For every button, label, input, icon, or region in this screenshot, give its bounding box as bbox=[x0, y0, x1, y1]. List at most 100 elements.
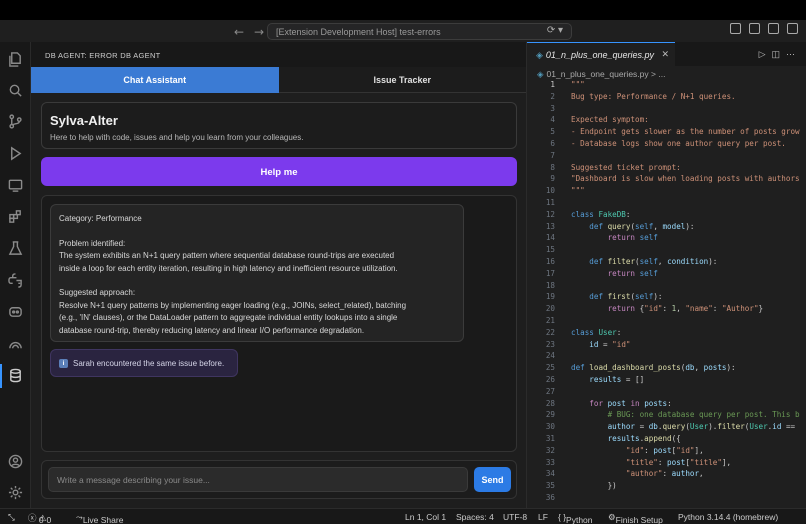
remote-icon[interactable] bbox=[8, 336, 23, 351]
line-number: 24 bbox=[545, 351, 555, 361]
line-number: 23 bbox=[545, 339, 555, 349]
split-editor-icon[interactable]: ◫ bbox=[771, 49, 786, 59]
activity-bar bbox=[0, 42, 31, 508]
message-input[interactable] bbox=[48, 467, 468, 492]
line-content: results = [] bbox=[589, 375, 645, 384]
explorer-icon[interactable] bbox=[8, 52, 23, 67]
title-bar: ← → [Extension Development Host] test-er… bbox=[0, 0, 806, 42]
more-actions-icon[interactable]: ⋯ bbox=[786, 49, 801, 59]
cursor-position[interactable]: Ln 1, Col 1 bbox=[405, 512, 446, 522]
info-icon: i bbox=[59, 359, 68, 368]
line-number: 5 bbox=[550, 127, 555, 137]
problem-heading: Problem identified: bbox=[59, 238, 126, 248]
approach-text-line: Resolve N+1 query patterns by implementi… bbox=[59, 300, 407, 310]
chat-messages[interactable]: Category: Performance Problem identified… bbox=[41, 195, 517, 452]
finish-setup-button[interactable]: ⚙ Finish Setup bbox=[608, 512, 663, 524]
breadcrumb[interactable]: ◈ 01_n_plus_one_queries.py > ... bbox=[537, 69, 665, 80]
line-number: 12 bbox=[545, 209, 555, 219]
line-content: """ bbox=[571, 80, 585, 89]
line-content: id = "id" bbox=[589, 339, 631, 349]
line-number: 19 bbox=[545, 292, 555, 302]
line-number: 10 bbox=[545, 186, 555, 196]
editor-actions: ▷◫⋯ bbox=[759, 49, 801, 60]
python-interpreter[interactable]: Python 3.14.4 (homebrew) bbox=[678, 512, 778, 522]
line-content: "title": post["title"], bbox=[625, 457, 732, 467]
line-content: class FakeDB: bbox=[571, 209, 631, 219]
line-content: def load_dashboard_posts(db, posts): bbox=[571, 363, 736, 373]
line-number: 4 bbox=[550, 115, 555, 125]
editor-tab[interactable]: ◈ 01_n_plus_one_queries.py ✕ bbox=[527, 42, 675, 66]
line-number: 2 bbox=[550, 91, 555, 101]
code-area[interactable]: 1 """ 2 Bug type: Performance / N+1 queries… bbox=[527, 80, 806, 508]
problems-indicator[interactable]: ⓧ 0 ⚠ 0 bbox=[28, 512, 51, 524]
line-number: 7 bbox=[550, 150, 555, 160]
end-of-line[interactable]: LF bbox=[538, 512, 548, 522]
message-composer: Send bbox=[41, 460, 517, 499]
run-debug-icon[interactable] bbox=[8, 146, 23, 161]
message-category: Category: Performance bbox=[59, 214, 142, 223]
settings-gear-icon[interactable] bbox=[8, 485, 23, 500]
line-number: 30 bbox=[545, 422, 555, 432]
encoding[interactable]: UTF-8 bbox=[503, 512, 527, 522]
line-number: 25 bbox=[545, 363, 555, 373]
python-icon[interactable] bbox=[8, 273, 23, 288]
copilot-chat-icon[interactable] bbox=[8, 304, 23, 319]
line-content: def first(self): bbox=[589, 292, 663, 302]
line-content: Expected symptom: bbox=[571, 115, 649, 125]
extensions-icon[interactable] bbox=[8, 209, 23, 224]
tab-issue-tracker[interactable]: Issue Tracker bbox=[278, 67, 526, 93]
copilot-icon[interactable]: ⟳ ▾ bbox=[547, 25, 563, 36]
approach-text-line: (e.g., 'IN' clauses), or the DataLoader … bbox=[59, 313, 398, 322]
line-number: 36 bbox=[545, 493, 555, 502]
line-number: 14 bbox=[545, 233, 555, 243]
approach-heading: Suggested approach: bbox=[59, 288, 136, 297]
line-number: 21 bbox=[545, 316, 555, 325]
vscode-window: ← → [Extension Development Host] test-er… bbox=[0, 0, 806, 524]
toggle-secondary-sidebar-icon[interactable] bbox=[768, 23, 779, 34]
close-icon[interactable]: ✕ bbox=[661, 49, 669, 60]
line-number: 1 bbox=[550, 80, 555, 89]
help-me-button[interactable]: Help me bbox=[41, 157, 517, 186]
account-icon[interactable] bbox=[8, 454, 23, 469]
run-icon[interactable]: ▷ bbox=[759, 49, 772, 59]
line-number: 6 bbox=[550, 139, 555, 148]
line-number: 20 bbox=[545, 304, 555, 314]
live-share-button[interactable]: ⤳ Live Share bbox=[76, 512, 123, 524]
assistant-name: Sylva-Alter bbox=[50, 113, 118, 128]
line-content: Suggested ticket prompt: bbox=[571, 162, 681, 172]
remote-explorer-icon[interactable] bbox=[8, 178, 23, 193]
line-number: 3 bbox=[550, 103, 555, 113]
testing-icon[interactable] bbox=[8, 241, 23, 256]
indentation[interactable]: Spaces: 4 bbox=[456, 512, 494, 522]
source-control-icon[interactable] bbox=[8, 114, 23, 129]
line-content: return {"id": 1, "name": "Author"} bbox=[607, 304, 764, 314]
line-number: 34 bbox=[545, 469, 555, 479]
forward-arrow-icon[interactable]: → bbox=[254, 25, 264, 39]
line-content: results.append({ bbox=[607, 434, 681, 443]
live-share-label: Live Share bbox=[82, 515, 124, 524]
send-button[interactable]: Send bbox=[474, 467, 511, 492]
line-number: 13 bbox=[545, 221, 555, 231]
toggle-panel-icon[interactable] bbox=[749, 23, 760, 34]
breadcrumb-rest: > ... bbox=[651, 69, 666, 79]
database-icon[interactable] bbox=[8, 368, 23, 383]
line-number: 15 bbox=[545, 245, 555, 255]
customize-layout-icon[interactable] bbox=[787, 23, 798, 34]
toggle-sidebar-icon[interactable] bbox=[730, 23, 741, 34]
line-content: """ bbox=[571, 186, 585, 196]
search-icon[interactable] bbox=[8, 83, 23, 98]
line-content: for post in posts: bbox=[589, 398, 672, 408]
line-content: author = db.query(User).filter(User.id =… bbox=[607, 422, 796, 432]
line-number: 16 bbox=[545, 257, 555, 266]
line-number: 27 bbox=[545, 386, 555, 396]
tab-chat-assistant[interactable]: Chat Assistant bbox=[31, 67, 279, 93]
colleague-note[interactable]: i Sarah encountered the same issue befor… bbox=[50, 349, 238, 377]
command-center-search[interactable]: [Extension Development Host] test-errors… bbox=[267, 23, 572, 40]
status-bar: ⤡ ⓧ 0 ⚠ 0 ⤳ Live Share Ln 1, Col 1 Space… bbox=[0, 508, 806, 524]
remote-indicator-icon[interactable]: ⤡ bbox=[8, 512, 15, 523]
problem-text-line: The system exhibits an N+1 query pattern… bbox=[59, 251, 395, 260]
line-content: "author": author, bbox=[625, 469, 704, 479]
line-number: 32 bbox=[545, 445, 555, 455]
language-mode[interactable]: { } Python bbox=[558, 512, 593, 524]
back-arrow-icon[interactable]: ← bbox=[234, 25, 244, 39]
